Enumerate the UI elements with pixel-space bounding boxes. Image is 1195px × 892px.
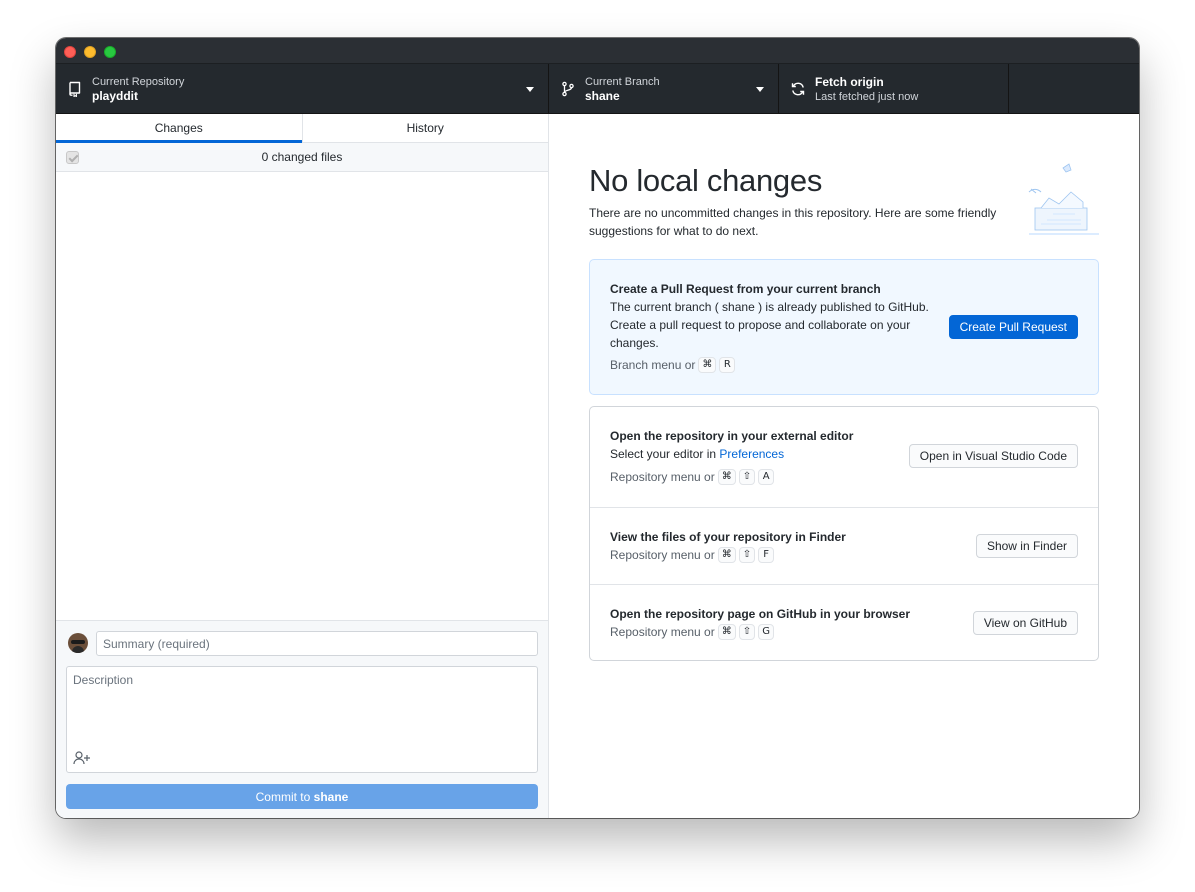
commit-button-prefix: Commit to (255, 789, 311, 804)
external-editor-title: Open the repository in your external edi… (610, 429, 854, 443)
shortcut-hint-text: Repository menu or (610, 625, 715, 639)
external-editor-description: Select your editor in Preferences (610, 445, 784, 463)
empty-state-illustration (1028, 163, 1099, 235)
f-key: F (758, 547, 775, 563)
finder-shortcut: Repository menu or ⌘ ⇧ F (610, 547, 775, 563)
show-in-finder-button[interactable]: Show in Finder (975, 534, 1078, 558)
finder-title: View the files of your repository in Fin… (610, 530, 846, 544)
tab-history[interactable]: History (301, 114, 549, 142)
a-key: A (758, 469, 775, 485)
create-pull-request-card: Create a Pull Request from your current … (589, 259, 1099, 395)
suggestions-card: Open the repository in your external edi… (589, 406, 1099, 661)
close-window-button[interactable] (64, 46, 76, 58)
app-window: Current Repository playddit Current Bran… (56, 38, 1139, 818)
last-fetched-status: Last fetched just now (815, 91, 919, 103)
summary-input[interactable] (96, 631, 538, 656)
select-all-checkbox[interactable] (66, 151, 79, 164)
commit-button[interactable]: Commit to shane (66, 784, 538, 809)
chevron-down-icon (756, 87, 764, 92)
minimize-window-button[interactable] (84, 46, 96, 58)
avatar (68, 633, 88, 653)
shift-key: ⇧ (738, 469, 756, 485)
repo-icon (69, 81, 81, 97)
current-branch-label: Current Branch (585, 76, 660, 88)
command-key: ⌘ (717, 547, 736, 563)
changed-files-count: 0 changed files (261, 150, 343, 164)
toolbar: Current Repository playddit Current Bran… (56, 64, 1139, 114)
open-in-vscode-button[interactable]: Open in Visual Studio Code (908, 444, 1078, 468)
shift-key: ⇧ (738, 547, 756, 563)
github-title: Open the repository page on GitHub in yo… (610, 607, 911, 621)
shortcut-hint-text: Repository menu or (610, 470, 715, 484)
current-repository-dropdown[interactable]: Current Repository playddit (56, 64, 549, 113)
tab-changes[interactable]: Changes (56, 114, 302, 143)
main-panel: No local changes There are no uncommitte… (549, 114, 1139, 818)
chevron-down-icon (526, 87, 534, 92)
shortcut-hint-text: Branch menu or (610, 358, 696, 372)
github-shortcut: Repository menu or ⌘ ⇧ G (610, 624, 775, 640)
fetch-origin-button[interactable]: Fetch origin Last fetched just now (779, 64, 1009, 113)
preferences-link[interactable]: Preferences (719, 447, 784, 461)
current-repository-name: playddit (92, 89, 139, 103)
pull-request-suggestion: Create a Pull Request from your current … (590, 260, 1098, 396)
person-add-icon[interactable] (73, 751, 91, 765)
finder-suggestion: View the files of your repository in Fin… (590, 507, 1098, 584)
external-editor-desc-prefix: Select your editor in (610, 447, 717, 461)
g-key: G (758, 624, 775, 640)
shift-key: ⇧ (738, 624, 756, 640)
commit-form: Commit to shane (56, 620, 548, 818)
intro-text: There are no uncommitted changes in this… (589, 206, 997, 238)
command-key: ⌘ (698, 357, 717, 373)
fetch-origin-label: Fetch origin (815, 75, 884, 89)
page-title: No local changes (589, 163, 823, 198)
sidebar: Changes History 0 changed files Commit t… (56, 114, 549, 818)
changes-list-header: 0 changed files (56, 143, 548, 172)
r-key: R (719, 357, 736, 373)
sync-icon (791, 82, 805, 96)
command-key: ⌘ (717, 469, 736, 485)
sidebar-tabs: Changes History (56, 114, 548, 143)
title-bar (56, 38, 1139, 64)
pull-request-description: The current branch ( shane ) is already … (610, 300, 929, 350)
external-editor-suggestion: Open the repository in your external edi… (590, 407, 1098, 507)
shortcut-hint-text: Repository menu or (610, 548, 715, 562)
command-key: ⌘ (717, 624, 736, 640)
description-input[interactable] (67, 667, 537, 747)
current-branch-dropdown[interactable]: Current Branch shane (549, 64, 779, 113)
pull-request-title: Create a Pull Request from your current … (610, 282, 881, 296)
maximize-window-button[interactable] (104, 46, 116, 58)
create-pull-request-button[interactable]: Create Pull Request (948, 315, 1078, 339)
view-on-github-button[interactable]: View on GitHub (972, 611, 1078, 635)
current-repository-label: Current Repository (92, 76, 185, 88)
external-editor-shortcut: Repository menu or ⌘ ⇧ A (610, 469, 775, 485)
github-suggestion: Open the repository page on GitHub in yo… (590, 584, 1098, 660)
current-branch-name: shane (585, 89, 620, 103)
git-branch-icon (562, 81, 574, 97)
description-box (66, 666, 538, 773)
commit-button-branch: shane (313, 789, 349, 804)
pull-request-shortcut: Branch menu or ⌘ R (610, 357, 736, 373)
